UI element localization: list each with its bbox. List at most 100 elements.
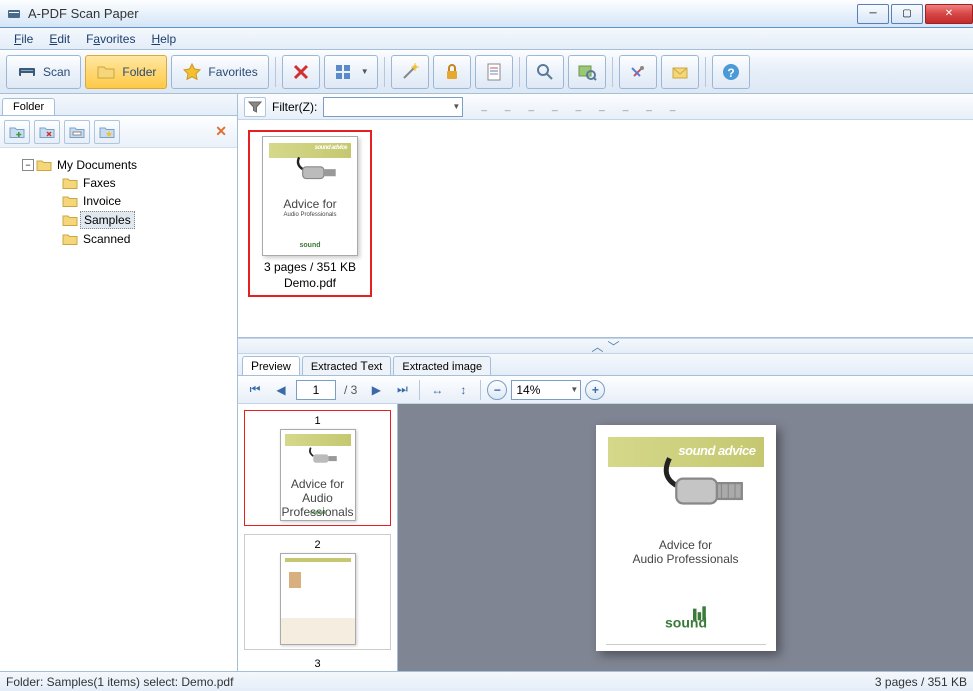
ocr-button[interactable] [391,55,429,89]
folder-icon [62,176,78,190]
toolbar-separator [705,57,706,87]
add-folder-button[interactable] [4,120,30,144]
preview-tabs: Preview Extracted Text Extracted image [238,354,973,376]
connector-graphic [653,456,754,524]
preview-page: sound advice Advice for Audio Profession… [596,425,776,651]
svg-text:sound: sound [665,614,707,630]
menu-favorites[interactable]: Favorites [78,30,143,48]
document-page-preview: sound advice Advice for Audio Profession… [262,136,358,256]
email-button[interactable] [661,55,699,89]
fit-height-button[interactable]: ↕ [452,379,474,401]
zoom-out-button[interactable]: − [487,380,507,400]
delete-x-icon [291,62,311,82]
folder-tab[interactable]: Folder [2,98,55,115]
star-icon [182,62,202,82]
folder-toolbar: ✕ [0,116,237,148]
folder-icon [62,232,78,246]
favorites-label: Favorites [208,65,257,79]
tools-icon [628,62,648,82]
chevron-down-icon: ▼ [570,385,580,394]
folder-button[interactable]: Folder [85,55,167,89]
last-page-button[interactable]: ⏭ [391,379,413,401]
rename-folder-button[interactable] [64,120,90,144]
prev-page-button[interactable]: ◀ [270,379,292,401]
document-grid[interactable]: sound advice Advice for Audio Profession… [238,120,973,338]
filter-label: Filter(Z): [272,100,317,114]
folder-label: Folder [122,65,156,79]
status-left: Folder: Samples(1 items) select: Demo.pd… [6,675,233,689]
folder-tree[interactable]: − My Documents Faxes Invoice Samples [0,148,237,671]
chevron-down-icon: ▼ [361,67,369,76]
tab-extracted-text[interactable]: Extracted Text [302,356,392,375]
menu-file[interactable]: File [6,30,41,48]
scan-button[interactable]: Scan [6,55,81,89]
close-button[interactable]: ✕ [925,4,973,24]
lock-button[interactable] [433,55,471,89]
zoom-combo[interactable]: 14% ▼ [511,380,581,400]
tree-expander-icon[interactable]: − [22,159,34,171]
help-button[interactable]: ? [712,55,750,89]
menu-edit[interactable]: Edit [41,30,78,48]
remove-folder-button[interactable] [34,120,60,144]
tree-node[interactable]: Samples [8,210,229,230]
favorites-button[interactable]: Favorites [171,55,268,89]
document-thumbnail[interactable]: sound advice Advice for Audio Profession… [248,130,372,297]
properties-icon [484,62,504,82]
favorite-folder-button[interactable] [94,120,120,144]
horizontal-splitter[interactable]: ︿ ﹀ [238,338,973,354]
folder-edit-icon [69,125,85,139]
delete-button[interactable] [282,55,320,89]
preview-toolbar: ⏮ ◀ / 3 ▶ ⏭ ↔ ↕ − 14% ▼ + [238,376,973,404]
status-right: 3 pages / 351 KB [875,675,967,689]
next-page-button[interactable]: ▶ [365,379,387,401]
main-preview[interactable]: sound advice Advice for Audio Profession… [398,404,973,671]
page-thumbnail-strip[interactable]: 1 Advice for Audio Professionals sound 2 [238,404,398,671]
folder-icon [62,213,78,227]
zoom-in-button[interactable]: + [585,380,605,400]
tree-node[interactable]: Invoice [8,192,229,210]
tab-preview[interactable]: Preview [242,356,300,375]
page-number-input[interactable] [296,380,336,400]
toolbar-separator [384,57,385,87]
toolbar-separator [612,57,613,87]
properties-button[interactable] [475,55,513,89]
fit-width-button[interactable]: ↔ [426,379,448,401]
filter-icon-button[interactable] [244,97,266,117]
menu-help[interactable]: Help [143,30,184,48]
view-mode-button[interactable]: ▼ [324,55,378,89]
tab-extracted-image[interactable]: Extracted image [393,356,491,375]
first-page-button[interactable]: ⏮ [244,379,266,401]
page-thumb-2[interactable]: 2 [244,534,391,650]
page-thumb-3[interactable]: 3 [244,658,391,671]
tree-label: Faxes [80,175,119,191]
wand-icon [400,62,420,82]
window-controls: ─ ▢ ✕ [855,4,973,24]
tree-node-root[interactable]: − My Documents [8,156,229,174]
search-icon [535,62,555,82]
folder-star-icon [99,125,115,139]
tree-node[interactable]: Faxes [8,174,229,192]
content-panel: Filter(Z): ▼ _________ sound advice Advi… [238,94,973,671]
image-search-button[interactable] [568,55,606,89]
close-panel-button[interactable]: ✕ [209,123,233,140]
tree-label-root: My Documents [54,157,140,173]
settings-button[interactable] [619,55,657,89]
tree-label: Scanned [80,231,133,247]
maximize-button[interactable]: ▢ [891,4,923,24]
scan-label: Scan [43,65,70,79]
minimize-button[interactable]: ─ [857,4,889,24]
chevron-up-icon: ︿ [591,338,603,355]
page-thumb-1[interactable]: 1 Advice for Audio Professionals sound [244,410,391,526]
main-area: Folder ✕ − My Documents [0,94,973,671]
toolbar-separator [275,57,276,87]
envelope-icon [670,62,690,82]
tree-node[interactable]: Scanned [8,230,229,248]
help-icon: ? [721,62,741,82]
filter-icon [248,100,262,114]
search-button[interactable] [526,55,564,89]
grid-view-icon [333,62,353,82]
tree-label-selected: Samples [80,211,135,229]
filter-combo[interactable]: ▼ [323,97,463,117]
main-toolbar: Scan Folder Favorites ▼ ? [0,50,973,94]
window-title: A-PDF Scan Paper [28,6,139,21]
